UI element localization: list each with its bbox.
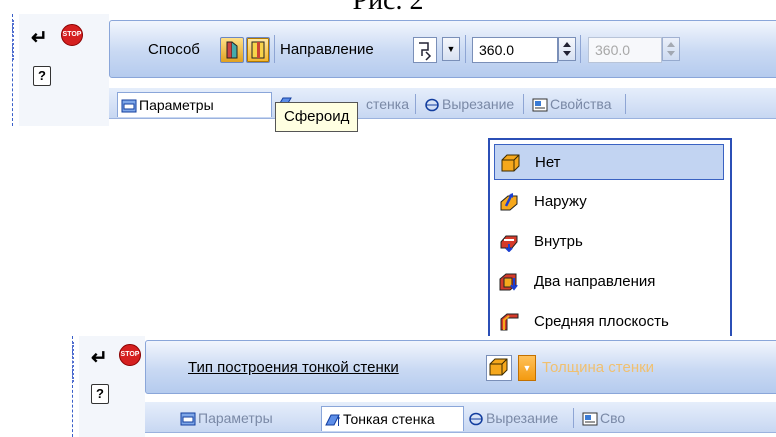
tab-thin-wall[interactable]: стенка <box>363 92 409 116</box>
properties-icon-2 <box>582 412 598 426</box>
method-button-1[interactable] <box>220 37 244 63</box>
box-none-icon <box>501 154 520 172</box>
rotation-icon <box>226 41 238 59</box>
help-icon-2[interactable]: ? <box>91 384 109 404</box>
thin-wall-icon <box>325 414 340 427</box>
angle2-spinner <box>662 37 680 61</box>
direction-dropdown-button[interactable]: ▼ <box>442 37 460 61</box>
menu-item-midplane[interactable]: Средняя плоскость <box>494 304 724 340</box>
wall-midplane-icon <box>500 313 519 331</box>
wall-inward-icon <box>500 235 518 252</box>
method-label: Способ <box>148 41 200 58</box>
tab-bar: Параметры стенка Вырезание Свойства <box>109 88 776 119</box>
property-bar: Способ Направление ▼ 360.0 360.0 <box>109 20 776 78</box>
wall-type-label: Тип построения тонкой стенки <box>188 359 399 376</box>
wall-type-dropdown: Нет Наружу Внутрь Два направления Средня… <box>488 138 732 352</box>
tab-bar-2: Параметры Тонкая стенка Вырезание Сво <box>145 402 776 433</box>
properties-icon <box>532 98 548 112</box>
menu-item-outward[interactable]: Наружу <box>494 184 724 220</box>
direction-icon <box>419 42 432 61</box>
direction-label: Направление <box>280 41 374 58</box>
box-none-combo-icon <box>489 358 508 376</box>
parameters-icon-2 <box>180 412 196 426</box>
tab-thin-wall-2[interactable]: Тонкая стенка <box>321 406 464 431</box>
menu-item-two-directions[interactable]: Два направления <box>494 264 724 300</box>
tab-parameters-2[interactable]: Параметры <box>177 406 273 430</box>
wall-type-dropdown-button[interactable]: ▼ <box>518 355 536 381</box>
tab-cut-2[interactable]: Вырезание <box>465 406 558 430</box>
tab-properties-2[interactable]: Сво <box>579 406 625 430</box>
angle1-field[interactable]: 360.0 <box>472 37 558 63</box>
menu-item-inward[interactable]: Внутрь <box>494 224 724 260</box>
help-icon[interactable]: ? <box>33 66 51 86</box>
control-column-2: ↵ STOP ? <box>79 336 145 437</box>
menu-item-none[interactable]: Нет <box>494 144 724 180</box>
enter-icon[interactable]: ↵ <box>31 28 48 48</box>
thickness-label: Толщина стенки <box>542 359 655 376</box>
tab-properties[interactable]: Свойства <box>529 92 611 116</box>
method-button-2[interactable] <box>246 37 270 63</box>
spin-arrows-disabled-icon <box>667 42 675 56</box>
wall-outward-icon <box>500 193 518 211</box>
toolbar-bottom: ↵ STOP ? Тип построения тонкой стенки ▼ … <box>72 336 776 437</box>
toolbar-grip[interactable] <box>12 20 18 60</box>
cut-icon-2 <box>469 413 483 426</box>
wall-two-directions-icon <box>499 273 518 291</box>
tooltip-spheroid: Сфероид <box>275 102 359 132</box>
enter-icon-2[interactable]: ↵ <box>91 348 108 368</box>
tab-cut[interactable]: Вырезание <box>421 92 514 116</box>
spin-arrows-icon <box>563 42 571 56</box>
cut-icon <box>425 99 439 112</box>
tab-parameters[interactable]: Параметры <box>117 92 272 117</box>
stop-icon-2[interactable]: STOP <box>119 344 141 366</box>
stop-icon[interactable]: STOP <box>61 24 83 46</box>
toolbar-top: ↵ STOP ? Способ Направление ▼ 360.0 360.… <box>12 14 776 126</box>
control-column: ↵ STOP ? <box>19 14 109 126</box>
property-bar-2: Тип построения тонкой стенки ▼ Толщина с… <box>145 340 776 394</box>
angle2-field: 360.0 <box>588 37 662 63</box>
parameters-icon <box>121 99 137 113</box>
toolbar-grip-2[interactable] <box>72 342 78 382</box>
angle1-spinner[interactable] <box>558 37 576 61</box>
direction-combo[interactable] <box>413 37 437 63</box>
rotation-sel-icon <box>251 41 265 59</box>
wall-type-combo[interactable] <box>486 355 512 381</box>
